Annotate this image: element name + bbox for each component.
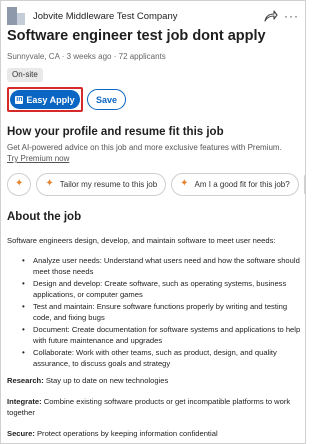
suggestion-tailor-resume[interactable]: ✦ Tailor my resume to this job <box>36 172 167 196</box>
company-logo[interactable] <box>7 7 25 25</box>
top-bar: Jobvite Middleware Test Company ··· <box>7 7 299 25</box>
about-intro: Software engineers design, develop, and … <box>7 236 276 245</box>
suggestion-label: Tailor my resume to this job <box>59 179 158 189</box>
list-item: Analyze user needs: Understand what user… <box>7 255 301 277</box>
company-name[interactable]: Jobvite Middleware Test Company <box>33 11 262 22</box>
share-icon[interactable] <box>262 8 280 24</box>
about-heading: About the job <box>7 211 82 223</box>
integrate-paragraph: Integrate: Combine existing software pro… <box>7 396 301 418</box>
fit-heading: How your profile and resume fit this job <box>7 126 224 138</box>
secure-text: Protect operations by keeping informatio… <box>34 429 218 438</box>
workplace-chip: On-site <box>7 68 43 82</box>
try-premium-link[interactable]: Try Premium now <box>7 154 69 163</box>
chevron-right-icon[interactable]: › <box>303 172 305 196</box>
job-title: Software engineer test job dont apply <box>7 28 266 44</box>
list-item: Test and maintain: Ensure software funct… <box>7 301 301 323</box>
secure-paragraph: Secure: Protect operations by keeping in… <box>7 428 301 439</box>
job-detail-panel: Jobvite Middleware Test Company ··· Soft… <box>0 0 306 444</box>
suggestion-label: Am I a good fit for this job? <box>194 179 290 189</box>
save-button[interactable]: Save <box>87 89 126 110</box>
premium-promo: Get AI-powered advice on this job and mo… <box>7 142 291 164</box>
suggestion-row: ✦ ✦ Tailor my resume to this job ✦ Am I … <box>7 172 305 196</box>
job-meta: Sunnyvale, CA · 3 weeks ago · 72 applica… <box>7 52 166 61</box>
more-icon[interactable]: ··· <box>284 10 299 22</box>
promo-text: Get AI-powered advice on this job and mo… <box>7 143 282 152</box>
suggestion-good-fit[interactable]: ✦ Am I a good fit for this job? <box>171 172 299 196</box>
easy-apply-button[interactable]: in Easy Apply <box>10 90 80 109</box>
list-item: Design and develop: Create software, suc… <box>7 278 301 300</box>
easy-apply-label: Easy Apply <box>26 94 75 105</box>
research-paragraph: Research: Stay up to date on new technol… <box>7 375 301 386</box>
linkedin-icon: in <box>15 95 24 104</box>
sparkle-icon: ✦ <box>15 178 24 189</box>
duties-list: Analyze user needs: Understand what user… <box>7 255 301 370</box>
research-text: Stay up to date on new technologies <box>43 376 169 385</box>
list-item: Document: Create documentation for softw… <box>7 324 301 346</box>
easy-apply-highlight: in Easy Apply <box>7 87 83 112</box>
secure-label: Secure: <box>7 429 35 438</box>
list-item: Collaborate: Work with other teams, such… <box>7 347 301 369</box>
sparkle-button[interactable]: ✦ <box>7 172 32 196</box>
integrate-text: Combine existing software products or ge… <box>7 397 291 417</box>
integrate-label: Integrate: <box>7 397 42 406</box>
sparkle-icon: ✦ <box>45 178 54 189</box>
research-label: Research: <box>7 376 44 385</box>
sparkle-icon: ✦ <box>180 178 189 189</box>
